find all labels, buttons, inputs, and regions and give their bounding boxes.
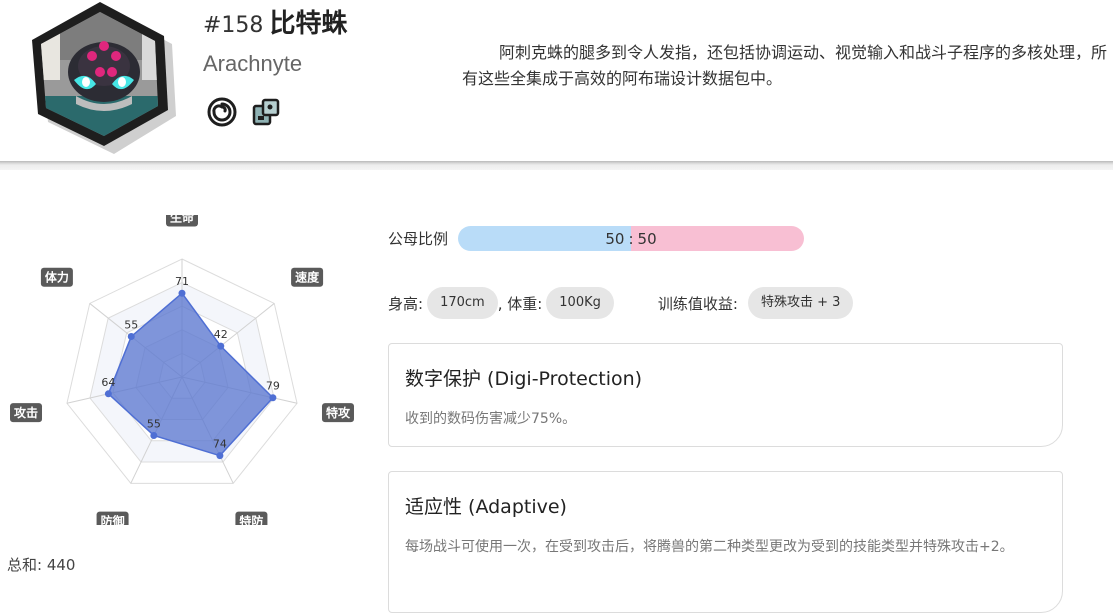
gender-female-value: 50 <box>637 229 657 248</box>
spiral-type-icon[interactable] <box>206 96 238 128</box>
radar-axis-label: 速度 <box>291 267 324 287</box>
monster-name-cn: 比特蛛 <box>269 9 348 39</box>
monster-description: 阿刺克蛛的腿多到令人发指，还包括协调运动、视觉输入和战斗子程序的多核处理，所有这… <box>462 43 1108 88</box>
svg-text:生命: 生命 <box>170 215 195 225</box>
radar-point <box>217 342 225 350</box>
gender-ratio-row: 公母比例 50 : 50 <box>388 226 805 251</box>
ability-card: 适应性 (Adaptive) 每场战斗可使用一次，在受到攻击后，将腾兽的第二种类… <box>388 471 1063 613</box>
size-row: 身高: 170cm , 体重: 100Kg 训练值收益: 特殊攻击 + 3 <box>388 287 854 319</box>
radar-value-label: 42 <box>214 328 228 341</box>
weight-chip: 100Kg <box>546 287 614 319</box>
radar-value-label: 55 <box>124 319 138 332</box>
radar-value-label: 74 <box>213 438 227 451</box>
svg-text:攻击: 攻击 <box>14 405 38 420</box>
radar-point <box>269 394 277 402</box>
svg-text:速度: 速度 <box>295 270 320 285</box>
radar-value-label: 71 <box>175 275 189 288</box>
height-label: 身高: <box>388 294 424 313</box>
monster-number: #158 <box>203 13 264 38</box>
radar-value-label: 64 <box>101 376 115 389</box>
ability-title: 数字保护 (Digi-Protection) <box>405 368 643 390</box>
svg-text:防御: 防御 <box>101 514 125 525</box>
stats-total: 总和: 440 <box>7 556 76 574</box>
radar-axis-label: 攻击 <box>10 403 43 423</box>
radar-point <box>104 390 112 398</box>
ability-description: 收到的数码伤害减少75%。 <box>405 411 577 427</box>
svg-text:特攻: 特攻 <box>326 405 351 420</box>
radar-axis-label: 防御 <box>96 511 129 525</box>
radar-axis-label: 特攻 <box>321 403 354 423</box>
radar-point <box>216 452 224 460</box>
radar-axis-label: 特防 <box>235 511 268 525</box>
monster-name-en: Arachnyte <box>203 51 303 76</box>
gender-male-value: 50 <box>605 229 625 248</box>
gender-ratio-label: 公母比例 <box>388 230 449 248</box>
gender-ratio-text: 50 : 50 <box>458 226 804 251</box>
ability-title: 适应性 (Adaptive) <box>405 496 567 518</box>
title-row: #158 比特蛛 <box>203 3 348 39</box>
weight-label: , 体重: <box>497 294 543 313</box>
radar-axis-label: 体力 <box>40 267 73 287</box>
gender-ratio-bar: 50 : 50 <box>458 226 805 251</box>
radar-value-label: 55 <box>147 417 161 430</box>
radar-axis-label: 生命 <box>166 215 198 227</box>
radar-point <box>127 333 135 341</box>
circuit-type-icon[interactable] <box>250 96 282 128</box>
header-divider <box>0 161 1113 170</box>
ev-chip: 特殊攻击 + 3 <box>747 287 854 319</box>
monster-avatar <box>32 2 176 154</box>
radar-value-label: 79 <box>266 380 280 393</box>
ability-card: 数字保护 (Digi-Protection) 收到的数码伤害减少75%。 <box>388 343 1063 447</box>
ev-label: 训练值收益: <box>657 294 738 313</box>
stats-radar-chart: 71 42 79 74 55 64 55 生命速度特攻特防 防御 攻击 体力 <box>10 215 354 525</box>
ability-description: 每场战斗可使用一次，在受到攻击后，将腾兽的第二种类型更改为受到的技能类型并特殊攻… <box>405 539 1014 555</box>
radar-point <box>178 289 186 297</box>
svg-text:特防: 特防 <box>239 514 263 525</box>
svg-text:体力: 体力 <box>45 270 69 285</box>
height-chip: 170cm <box>427 287 498 319</box>
gender-separator: : <box>628 229 634 248</box>
monster-header: #158 比特蛛 Arachnyte 阿刺克蛛的腿多到令人发指，还包括协调运动、… <box>0 0 1113 162</box>
type-icons <box>206 96 282 128</box>
radar-point <box>150 431 158 439</box>
